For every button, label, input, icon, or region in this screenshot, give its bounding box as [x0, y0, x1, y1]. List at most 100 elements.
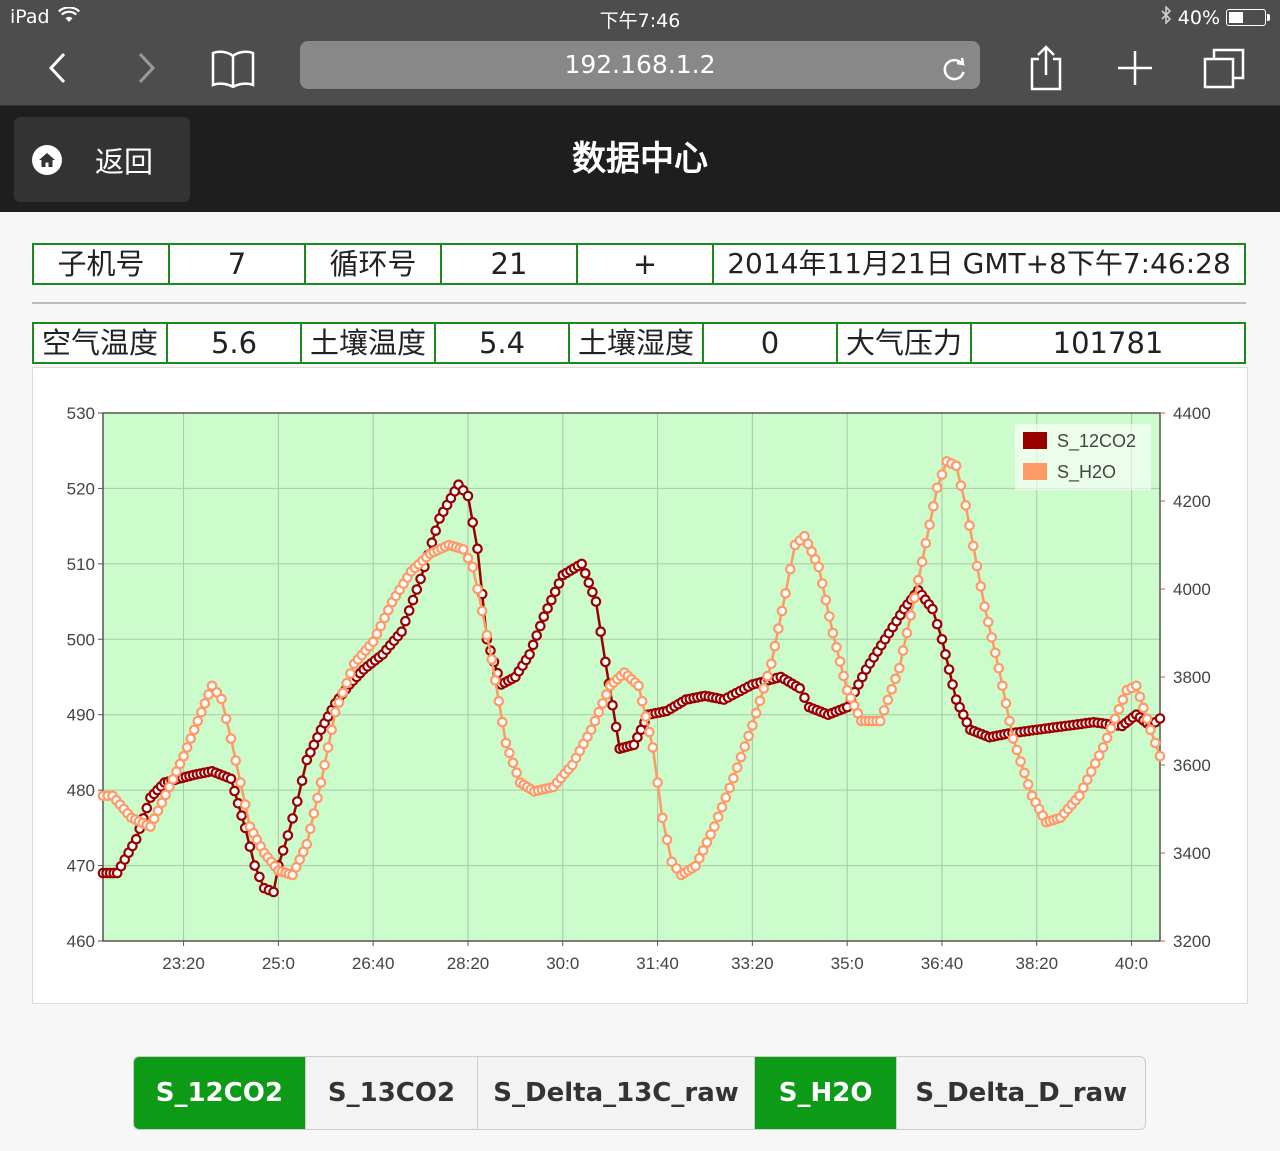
back-button[interactable]: 返回 — [14, 117, 190, 202]
data-point — [341, 677, 352, 689]
data-point — [912, 574, 924, 586]
forward-icon[interactable] — [122, 44, 170, 92]
data-point — [472, 583, 483, 595]
air-temp-label: 空气温度 — [32, 322, 168, 364]
timestamp: 2014年11月21日 GMT+8下午7:46:28 — [712, 243, 1246, 285]
data-point — [765, 658, 777, 670]
data-point — [229, 785, 240, 797]
data-point — [936, 633, 948, 645]
data-point — [326, 724, 337, 736]
line-chart: 460 470 480 490 500 510 520 530 3200 3400 3600 3800… — [67, 404, 1211, 973]
data-point — [878, 705, 890, 716]
data-point — [216, 693, 227, 705]
data-point — [277, 845, 289, 856]
data-point — [235, 777, 246, 788]
data-point — [827, 627, 839, 639]
share-icon[interactable] — [1022, 44, 1070, 92]
data-point — [636, 695, 648, 707]
data-point — [813, 561, 824, 573]
battery-percent: 40% — [1177, 6, 1220, 29]
soil-temp-value: 5.4 — [434, 322, 570, 364]
status-bar: iPad 下午7:46 40% — [0, 0, 1280, 34]
soil-moisture-value: 0 — [702, 322, 838, 364]
clock: 下午7:46 — [599, 10, 681, 32]
data-point — [647, 742, 659, 753]
right-axis-label: 3200 — [1173, 932, 1211, 951]
back-button-label: 返回 — [95, 144, 154, 179]
data-point — [982, 616, 994, 628]
add-button[interactable]: + — [576, 243, 714, 285]
data-point — [430, 525, 441, 536]
data-point — [576, 558, 587, 570]
data-point — [585, 724, 597, 736]
data-point — [489, 674, 501, 686]
data-point — [964, 520, 975, 531]
url-bar[interactable]: 192.168.1.2 — [300, 41, 980, 89]
data-point — [633, 680, 644, 692]
data-point — [799, 692, 810, 703]
data-point — [610, 721, 622, 733]
data-point — [967, 540, 979, 552]
data-point — [244, 841, 256, 852]
home-icon — [32, 144, 62, 175]
data-point — [291, 796, 303, 807]
right-axis-label: 4400 — [1173, 404, 1211, 423]
data-point — [511, 767, 522, 778]
data-point — [249, 860, 260, 871]
data-point — [504, 747, 515, 759]
data-point — [920, 537, 932, 549]
data-point — [185, 733, 196, 744]
data-point — [500, 737, 512, 749]
back-icon[interactable] — [34, 44, 82, 92]
data-point — [220, 713, 232, 725]
x-axis-label: 36:40 — [921, 954, 964, 973]
data-point — [905, 610, 916, 621]
series-button-deltad[interactable]: S_Delta_D_raw — [897, 1057, 1145, 1129]
cycle-value: 21 — [440, 243, 578, 285]
series-button-delta13c[interactable]: S_Delta_13C_raw — [478, 1057, 755, 1129]
data-point — [824, 611, 835, 622]
cycle-label: 循环号 — [304, 243, 442, 285]
data-point — [583, 577, 595, 588]
data-point — [287, 813, 298, 824]
browser-toolbar: 192.168.1.2 — [0, 34, 1280, 106]
data-point — [1141, 713, 1153, 725]
data-point — [989, 647, 1001, 659]
data-point — [1101, 732, 1113, 744]
tabs-icon[interactable] — [1200, 44, 1248, 92]
data-point — [230, 755, 241, 766]
data-point — [731, 762, 743, 773]
data-point — [1022, 779, 1034, 790]
data-point — [928, 501, 939, 512]
new-tab-icon[interactable] — [1111, 44, 1159, 92]
data-point — [712, 811, 724, 823]
data-point — [720, 792, 732, 803]
data-point — [936, 469, 948, 480]
left-axis-label: 500 — [67, 630, 95, 649]
reload-icon[interactable] — [940, 51, 968, 81]
data-point — [496, 716, 508, 728]
series-button-s13co2[interactable]: S_13CO2 — [306, 1057, 479, 1129]
data-point — [886, 683, 897, 695]
data-point — [181, 742, 193, 753]
data-point — [188, 724, 200, 736]
right-axis-label: 3600 — [1173, 756, 1211, 775]
data-point — [1097, 742, 1109, 753]
series-button-s12co2[interactable]: S_12CO2 — [134, 1057, 306, 1129]
data-point — [305, 823, 316, 835]
x-axis-label: 35:0 — [831, 954, 864, 973]
x-axis-label: 38:20 — [1015, 954, 1058, 973]
series-button-sh2o[interactable]: S_H2O — [754, 1057, 898, 1129]
data-point — [750, 707, 762, 719]
data-point — [308, 808, 320, 819]
data-point — [975, 581, 987, 592]
bookmarks-icon[interactable] — [209, 44, 257, 92]
data-point — [587, 586, 598, 598]
data-point — [1000, 698, 1012, 709]
data-point — [178, 750, 189, 762]
data-point — [426, 537, 438, 548]
x-axis-label: 23:20 — [162, 954, 205, 973]
data-point — [199, 698, 211, 709]
data-point — [831, 641, 842, 653]
data-point — [196, 706, 207, 718]
